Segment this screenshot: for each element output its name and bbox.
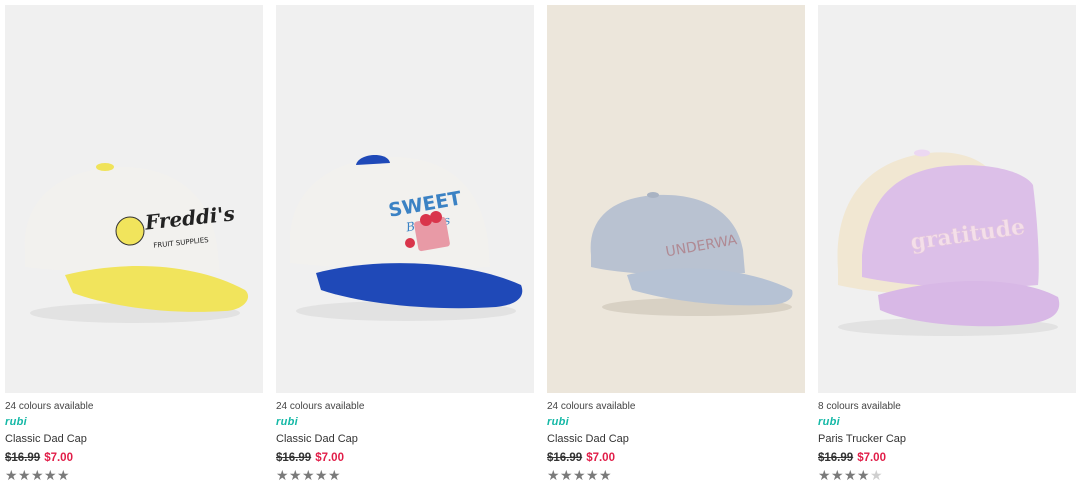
star-icon: ★	[857, 467, 870, 483]
price: $16.99 $7.00	[276, 451, 534, 465]
sale-price: $7.00	[586, 452, 615, 464]
star-icon: ★	[44, 467, 57, 483]
cap-yellow-image: Freddi's FRUIT SUPPLIES	[24, 163, 249, 323]
product-title[interactable]: Classic Dad Cap	[5, 433, 263, 446]
product-image[interactable]: SWEET Berries	[276, 5, 534, 393]
star-icon: ★	[573, 467, 586, 483]
product-title[interactable]: Classic Dad Cap	[547, 433, 805, 446]
star-icon: ★	[315, 467, 328, 483]
star-icon: ★	[289, 467, 302, 483]
product-grid: Freddi's FRUIT SUPPLIES 24 colours avail…	[0, 0, 1080, 494]
cap-grey-image: UNDERWA	[590, 192, 793, 316]
cap-lilac-trucker-image: gratitude	[837, 149, 1060, 336]
sale-price: $7.00	[315, 452, 344, 464]
sale-price: $7.00	[44, 452, 73, 464]
colours-available: 24 colours available	[5, 401, 94, 412]
product-image[interactable]: gratitude	[818, 5, 1076, 393]
brand-label: rubi	[276, 416, 298, 428]
old-price: $16.99	[547, 452, 583, 464]
product-title[interactable]: Paris Trucker Cap	[818, 433, 1076, 446]
brand-label: rubi	[818, 416, 840, 428]
rating-stars: ★★★★★	[547, 467, 805, 483]
rating-stars: ★★★★★	[818, 467, 1076, 483]
half-star-icon: ★	[599, 467, 612, 483]
old-price: $16.99	[818, 452, 854, 464]
price: $16.99 $7.00	[5, 451, 263, 465]
star-icon: ★	[31, 467, 44, 483]
star-icon: ★	[302, 467, 315, 483]
rating-stars: ★★★★★	[5, 467, 263, 483]
product-image[interactable]: Freddi's FRUIT SUPPLIES	[5, 5, 263, 393]
price: $16.99 $7.00	[547, 451, 805, 465]
product-title[interactable]: Classic Dad Cap	[276, 433, 534, 446]
product-card[interactable]: gratitude 8 colours available rubi Paris…	[818, 5, 1076, 483]
product-card[interactable]: Freddi's FRUIT SUPPLIES 24 colours avail…	[5, 5, 263, 483]
half-star-icon: ★	[57, 467, 70, 483]
star-icon: ★	[831, 467, 844, 483]
price: $16.99 $7.00	[818, 451, 1076, 465]
star-icon: ★	[5, 467, 18, 483]
star-icon: ★	[586, 467, 599, 483]
brand-label: rubi	[5, 416, 27, 428]
brand-label: rubi	[547, 416, 569, 428]
cap-blue-image: SWEET Berries	[289, 154, 523, 321]
old-price: $16.99	[5, 452, 41, 464]
star-icon: ★	[18, 467, 31, 483]
star-icon: ★	[818, 467, 831, 483]
star-icon: ★	[276, 467, 289, 483]
colours-available: 24 colours available	[276, 401, 365, 412]
colours-available: 24 colours available	[547, 401, 636, 412]
star-icon: ★	[560, 467, 573, 483]
empty-star-icon: ★	[870, 467, 883, 483]
half-star-icon: ★	[328, 467, 341, 483]
colours-available: 8 colours available	[818, 401, 901, 412]
star-icon: ★	[547, 467, 560, 483]
old-price: $16.99	[276, 452, 312, 464]
rating-stars: ★★★★★	[276, 467, 534, 483]
product-image[interactable]: UNDERWA	[547, 5, 805, 393]
product-card[interactable]: UNDERWA 24 colours available rubi Classi…	[547, 5, 805, 483]
sale-price: $7.00	[857, 452, 886, 464]
star-icon: ★	[844, 467, 857, 483]
product-card[interactable]: SWEET Berries 24 colours available rubi …	[276, 5, 534, 483]
